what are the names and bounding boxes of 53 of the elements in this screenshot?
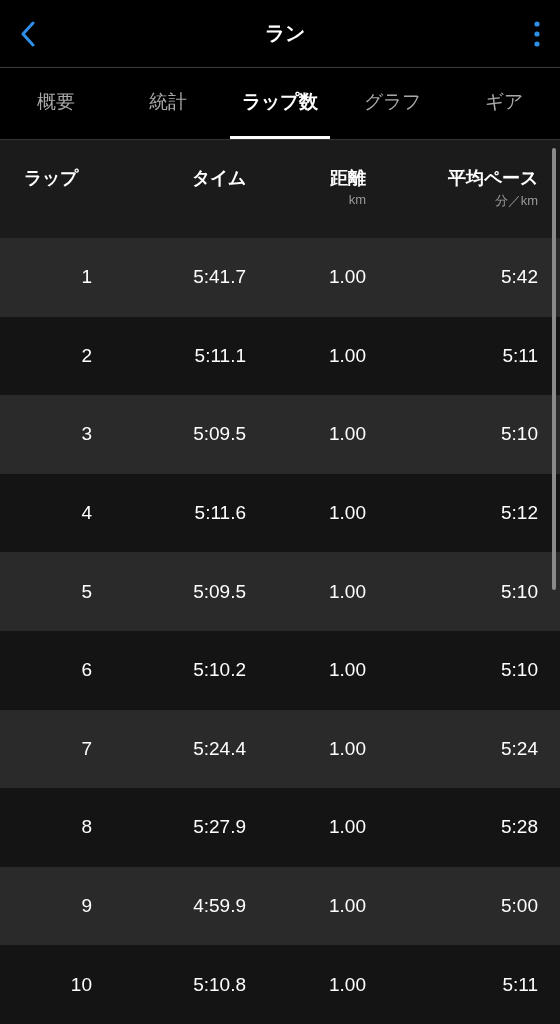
table-cell-text: 6	[80, 659, 92, 682]
table-cell-text: 8	[80, 816, 92, 839]
table-cell-text: 1.00	[328, 973, 366, 996]
table-cell-text: 5:11.1	[193, 344, 246, 367]
table-cell-text: 1.00	[328, 659, 366, 682]
table-cell-text: 1.00	[328, 266, 366, 289]
table-cell-text: 5:10	[500, 580, 538, 603]
table-cell-text: 1.00	[328, 816, 366, 839]
table-cell-text: 5:42	[500, 266, 538, 289]
tab[interactable]: 統計	[118, 68, 218, 139]
table-cell-text: 1.00	[328, 895, 366, 918]
table-cell-text: 10	[69, 973, 92, 996]
unit-label: km	[348, 192, 366, 207]
column-header: タイム	[192, 167, 246, 190]
screen-title: ラン	[265, 21, 305, 46]
table-cell-text: 1.00	[328, 737, 366, 760]
back-chevron-icon	[20, 20, 36, 47]
table-cell-text: 5:41.7	[192, 266, 246, 289]
table-cell-text: 5:24	[500, 737, 538, 760]
table-cell-text: 5:09.5	[192, 580, 246, 603]
column-header: ラップ	[24, 167, 78, 190]
table-cell-text: 1.00	[328, 502, 366, 525]
table-cell-text: 5:10.8	[192, 973, 246, 996]
table-cell-text: 5:10.2	[192, 659, 246, 682]
table-cell-text: 9	[80, 895, 92, 918]
table-cell-text: 7	[80, 737, 92, 760]
tab[interactable]: グラフ	[342, 68, 442, 139]
table-cell-text: 5:10	[500, 423, 538, 446]
tab[interactable]: 概要	[6, 68, 106, 139]
table-cell-text: 5:27.9	[192, 816, 246, 839]
table-cell-text: 5:11	[501, 973, 538, 996]
column-header: 距離	[330, 167, 366, 190]
table-cell-text: 1.00	[328, 344, 366, 367]
table-cell-text: 4	[80, 502, 92, 525]
column-header: 平均ペース	[448, 167, 538, 190]
table-cell-text: 5:28	[500, 816, 538, 839]
table-cell-text: 1	[80, 266, 92, 289]
vertical-dots-icon	[534, 20, 540, 47]
table-cell-text: 5:24.4	[192, 737, 246, 760]
table-cell-text: 1.00	[328, 423, 366, 446]
table-cell-text: 3	[80, 423, 92, 446]
table-cell-text: 5	[80, 580, 92, 603]
tab[interactable]: ギア	[454, 68, 554, 139]
table-cell-text: 2	[80, 344, 92, 367]
table-cell-text: 5:11	[501, 344, 538, 367]
unit-label: 分／km	[494, 192, 538, 210]
table-cell-text: 5:00	[500, 895, 538, 918]
table-cell-text: 4:59.9	[192, 895, 246, 918]
table-cell-text: 5:09.5	[192, 423, 246, 446]
table-cell-text: 5:10	[500, 659, 538, 682]
table-cell-text: 1.00	[328, 580, 366, 603]
table-cell-text: 5:11.6	[193, 502, 246, 525]
table-cell-text: 5:12	[500, 502, 538, 525]
